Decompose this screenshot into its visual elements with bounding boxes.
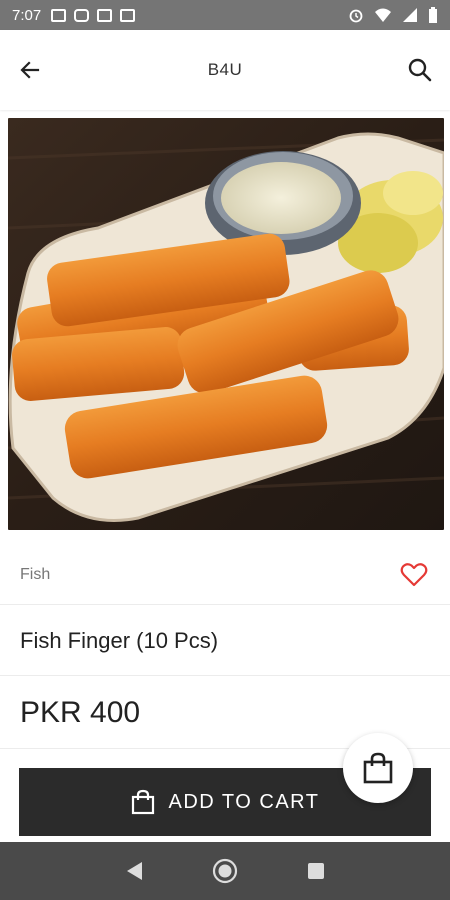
notification-icon	[120, 8, 136, 22]
status-bar: 7:07	[0, 0, 450, 30]
notification-icon	[74, 8, 90, 22]
arrow-left-icon	[20, 61, 40, 79]
shopping-bag-icon	[363, 752, 393, 784]
search-icon	[408, 58, 432, 82]
cart-fab-button[interactable]	[343, 733, 413, 803]
system-icons	[348, 6, 438, 24]
back-button[interactable]	[14, 54, 46, 86]
recents-square-icon[interactable]	[306, 861, 326, 881]
fish-fingers-photo	[8, 118, 444, 530]
notification-icons	[51, 8, 136, 22]
back-triangle-icon[interactable]	[124, 860, 144, 882]
notification-icon	[97, 8, 113, 22]
signal-icon	[403, 8, 417, 22]
shopping-bag-icon	[131, 789, 154, 815]
wifi-icon	[375, 8, 391, 22]
system-nav-bar	[0, 842, 450, 900]
app-bar: B4U	[0, 30, 450, 110]
heart-icon	[400, 562, 428, 586]
add-to-cart-label: ADD TO CART	[168, 790, 320, 813]
notification-icon	[51, 8, 67, 22]
favorite-button[interactable]	[398, 559, 430, 591]
product-category: Fish	[20, 565, 51, 583]
name-row: Fish Finger (10 Pcs)	[0, 606, 450, 676]
product-name: Fish Finger (10 Pcs)	[20, 627, 219, 653]
category-row: Fish	[0, 545, 450, 605]
app-title: B4U	[207, 60, 243, 79]
product-price: PKR 400	[20, 695, 141, 729]
battery-icon	[429, 6, 437, 23]
home-circle-icon[interactable]	[211, 857, 239, 885]
search-button[interactable]	[404, 54, 436, 86]
alarm-icon	[349, 9, 363, 23]
product-image	[8, 118, 444, 530]
status-time: 7:07	[12, 6, 42, 24]
